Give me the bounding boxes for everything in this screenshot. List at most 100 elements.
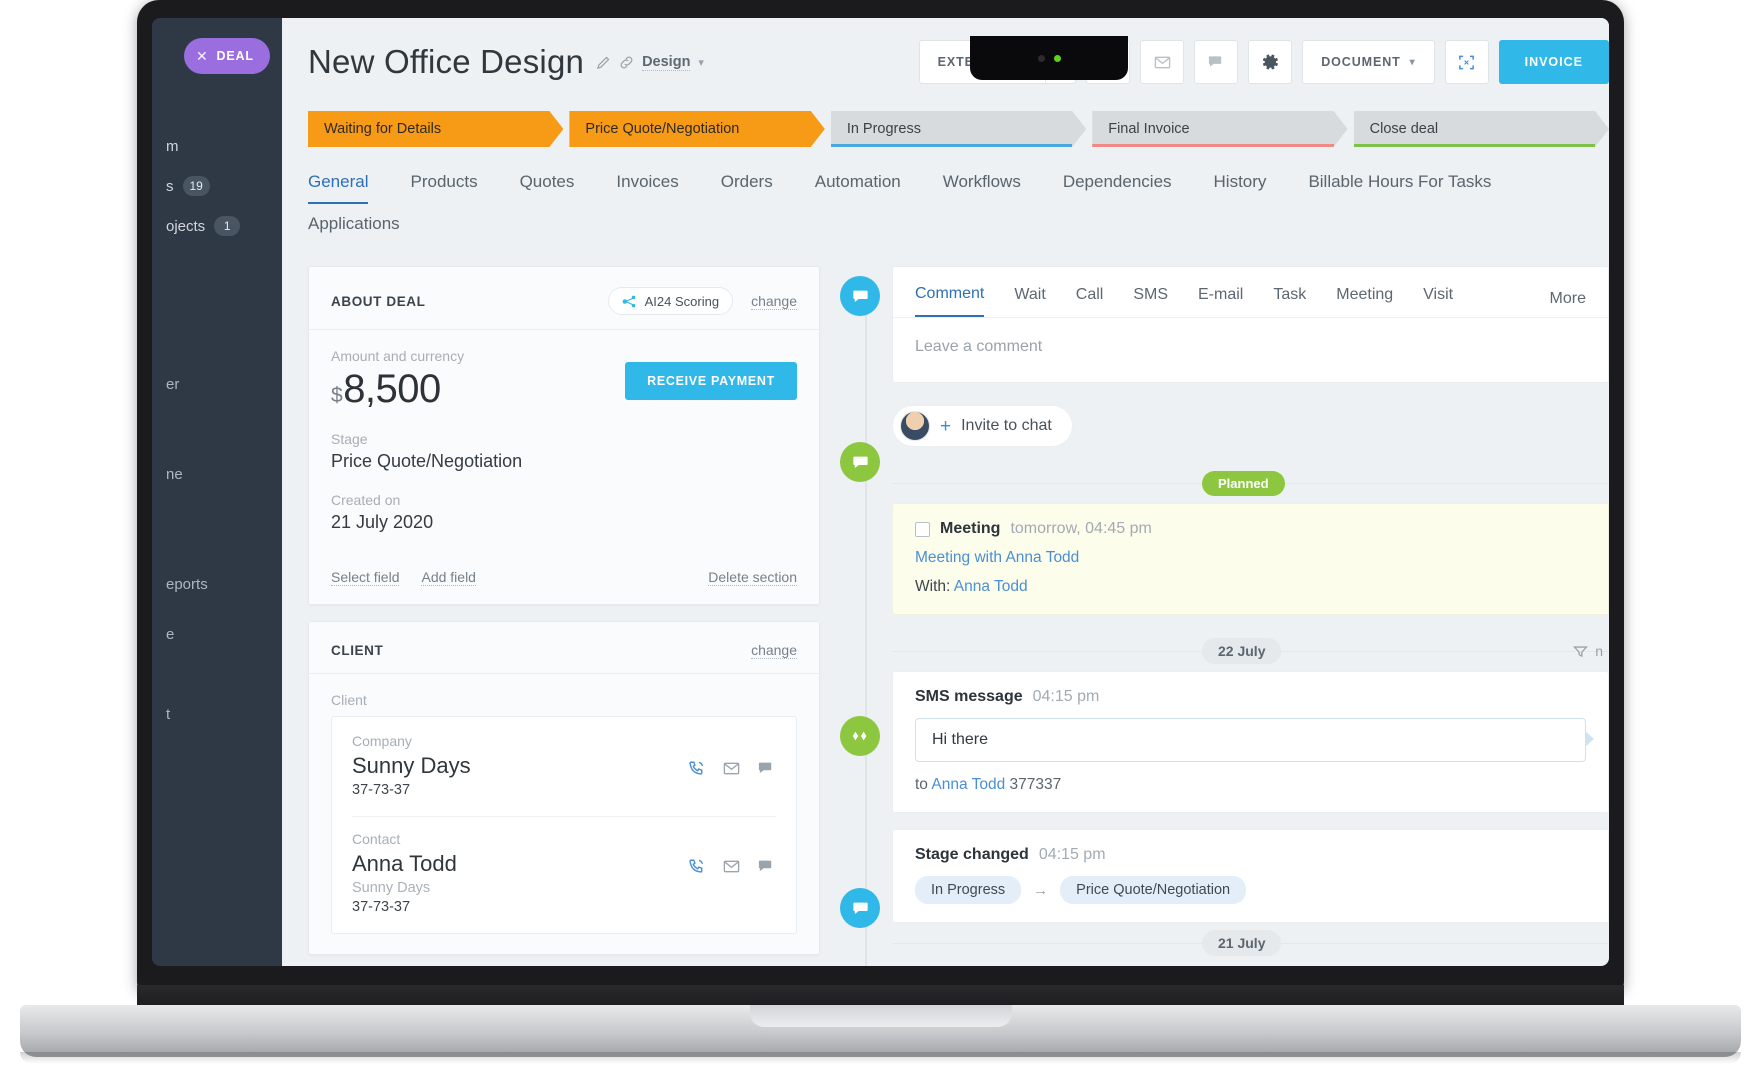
phone-icon[interactable] <box>687 759 706 778</box>
invoice-button[interactable]: INVOICE <box>1498 40 1609 84</box>
tab-general[interactable]: General <box>308 162 369 204</box>
comment-composer: Comment Wait Call SMS E-mail Task Meetin… <box>892 266 1609 383</box>
sms-to-number: 377337 <box>1009 776 1062 793</box>
stage-chip-3[interactable]: Final Invoice <box>1092 111 1347 147</box>
sidebar-item-label: ojects <box>166 217 206 235</box>
meeting-checkbox[interactable] <box>915 521 930 537</box>
tab-dependencies[interactable]: Dependencies <box>1063 162 1172 204</box>
phone-icon[interactable] <box>687 857 706 876</box>
tab-products[interactable]: Products <box>410 162 477 204</box>
comment-icon <box>840 276 880 316</box>
plus-icon[interactable]: + <box>940 417 951 436</box>
client-header: CLIENT change <box>309 622 819 675</box>
sidebar-item-5[interactable]: eports <box>166 576 208 593</box>
about-deal-fields: Amount and currency $ 8,500 RECEIVE PAYM… <box>309 330 819 553</box>
chat-button[interactable] <box>1194 40 1239 84</box>
meeting-subject[interactable]: Meeting with Anna Todd <box>915 549 1586 567</box>
stage-chip-2[interactable]: In Progress <box>831 111 1086 147</box>
select-field-link[interactable]: Select field <box>331 569 400 587</box>
tab-automation[interactable]: Automation <box>815 162 901 204</box>
deal-pill[interactable]: ✕ DEAL <box>184 38 270 74</box>
sidebar-item-7[interactable]: t <box>166 706 170 723</box>
envelope-icon[interactable] <box>722 857 741 876</box>
timeline-wrap: Comment Wait Call SMS E-mail Task Meetin… <box>840 266 1609 966</box>
stage-changed-event[interactable]: Stage changed 04:15 pm In Progress → Pri… <box>892 829 1609 923</box>
email-button[interactable] <box>1140 40 1185 84</box>
tab-email[interactable]: E-mail <box>1198 282 1243 316</box>
comment-input[interactable]: Leave a comment <box>893 318 1608 382</box>
sidebar-item-4[interactable]: ne <box>166 466 183 483</box>
link-icon[interactable] <box>619 55 634 70</box>
about-deal-footer: Select field Add field Delete section <box>309 553 819 604</box>
contact-name[interactable]: Anna Todd <box>352 851 457 877</box>
tab-sms[interactable]: SMS <box>1133 282 1168 316</box>
stage-chip-4[interactable]: Close deal <box>1354 111 1609 147</box>
delete-section-link[interactable]: Delete section <box>708 569 797 587</box>
stage-chip-0[interactable]: Waiting for Details <box>308 111 563 147</box>
screenshot-root: ✕ DEAL m s 19 ojects 1 er ne eports e t <box>0 0 1761 1075</box>
sidebar-item-label: m <box>166 138 179 155</box>
meeting-with-value[interactable]: Anna Todd <box>954 578 1028 595</box>
planned-divider: Planned <box>892 463 1609 503</box>
status-badge: Planned <box>1202 470 1285 496</box>
stage-chip-1[interactable]: Price Quote/Negotiation <box>569 111 824 147</box>
ai-scoring-badge[interactable]: AI24 Scoring <box>607 287 734 315</box>
add-field-link[interactable]: Add field <box>421 569 476 587</box>
arrow-right-icon: → <box>1033 881 1049 899</box>
invite-to-chat-button[interactable]: + Invite to chat <box>892 405 1073 447</box>
client-change-link[interactable]: change <box>751 642 797 660</box>
company-name[interactable]: Sunny Days <box>352 753 471 779</box>
sidebar-item-6[interactable]: e <box>166 626 174 643</box>
amount-value: $ 8,500 <box>331 367 464 411</box>
chevron-down-icon: ▾ <box>1409 56 1416 68</box>
avatar <box>900 411 930 441</box>
tab-task[interactable]: Task <box>1273 282 1306 316</box>
contact-phone: 37-73-37 <box>352 899 411 916</box>
stage-label: Stage <box>331 431 368 448</box>
tab-invoices[interactable]: Invoices <box>616 162 678 204</box>
timeline-filter[interactable]: n <box>1573 643 1603 659</box>
document-button[interactable]: DOCUMENT ▾ <box>1302 40 1435 84</box>
close-icon[interactable]: ✕ <box>196 48 209 65</box>
fullscreen-button[interactable] <box>1444 40 1489 84</box>
envelope-icon[interactable] <box>722 759 741 778</box>
tab-wait[interactable]: Wait <box>1014 282 1045 316</box>
tab-quotes[interactable]: Quotes <box>520 162 575 204</box>
pencil-icon[interactable] <box>596 55 611 70</box>
tab-more[interactable]: More <box>1550 290 1586 308</box>
meeting-event[interactable]: Meeting tomorrow, 04:45 pm Meeting with … <box>892 503 1609 615</box>
settings-button[interactable] <box>1248 40 1293 84</box>
tab-orders[interactable]: Orders <box>721 162 773 204</box>
sidebar-item-2[interactable]: ojects 1 <box>166 216 241 236</box>
stage-label: In Progress <box>846 121 921 137</box>
receive-payment-label: RECEIVE PAYMENT <box>647 374 775 388</box>
receive-payment-button[interactable]: RECEIVE PAYMENT <box>625 362 797 400</box>
stage-label: Close deal <box>1369 121 1439 137</box>
laptop-notch <box>970 36 1128 80</box>
tab-visit[interactable]: Visit <box>1423 282 1453 316</box>
company-block: Company Sunny Days 37-73-37 <box>352 733 776 798</box>
about-deal-footer-links: Select field Add field <box>331 569 476 587</box>
sidebar-item-1[interactable]: s 19 <box>166 176 210 196</box>
sms-recipient: to Anna Todd 377337 <box>915 776 1586 794</box>
tab-applications[interactable]: Applications <box>308 204 1583 244</box>
comment-icon[interactable] <box>757 759 776 778</box>
chevron-down-icon[interactable]: ▾ <box>698 56 704 69</box>
sidebar-item-0[interactable]: m <box>166 138 179 155</box>
tab-comment[interactable]: Comment <box>915 281 985 317</box>
tab-workflows[interactable]: Workflows <box>943 162 1021 204</box>
tab-billable-hours[interactable]: Billable Hours For Tasks <box>1308 162 1491 204</box>
sms-event[interactable]: SMS message 04:15 pm Hi there to Anna To… <box>892 671 1609 813</box>
tab-history[interactable]: History <box>1214 162 1267 204</box>
sms-to-name[interactable]: Anna Todd <box>931 776 1005 793</box>
comment-icon[interactable] <box>757 857 776 876</box>
deal-category[interactable]: Design <box>642 54 691 71</box>
about-deal-change-link[interactable]: change <box>751 293 797 310</box>
client-card: CLIENT change Client Company Sunny Days … <box>308 621 820 956</box>
sidebar-item-3[interactable]: er <box>166 376 179 393</box>
about-deal-header: ABOUT DEAL AI24 Scoring change <box>309 267 819 330</box>
tab-call[interactable]: Call <box>1076 282 1104 316</box>
tab-meeting[interactable]: Meeting <box>1336 282 1393 316</box>
meeting-with-label: With: <box>915 578 951 595</box>
company-row: Sunny Days 37-73-37 <box>352 753 776 798</box>
